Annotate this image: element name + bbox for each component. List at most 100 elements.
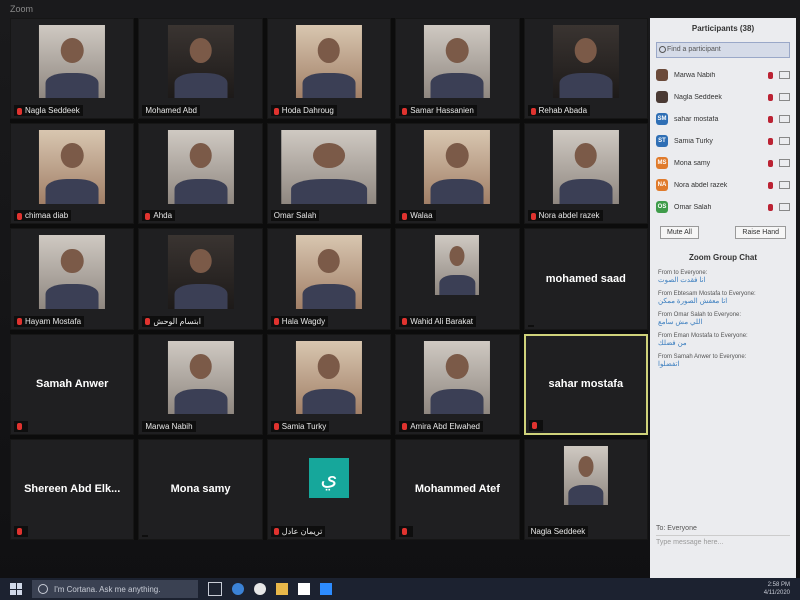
participant-avatar-logo: ي [308,457,349,498]
participant-head [60,143,84,169]
participant-list-item[interactable]: OS Omar Salah [650,196,796,218]
camera-icon[interactable] [779,71,790,79]
raise-hand-button[interactable]: Raise Hand [735,226,786,239]
participant-video-tile[interactable]: Wahid Ali Barakat [395,228,520,330]
participant-video-tile[interactable]: Samah Anwer [10,333,135,435]
participant-name-label: Walaa [399,210,436,222]
participant-center-name: Shereen Abd Elk... [24,483,121,496]
chat-input[interactable]: Type message here... [656,535,790,550]
participant-video-tile[interactable]: Mona samy [138,438,263,540]
participant-video-tile[interactable]: Omar Salah [266,123,392,225]
participant-video-tile[interactable]: Hoda Dahroug [266,18,392,120]
zoom-app-icon[interactable] [320,583,332,595]
participant-name: Nagla Seddeek [530,526,586,536]
participant-head [446,143,469,169]
participant-video-tile[interactable]: Mohammed Atef [395,438,520,540]
mic-muted-icon[interactable] [768,181,773,189]
participant-name: Hoda Dahroug [281,106,334,116]
edge-browser-icon[interactable] [232,583,244,595]
participant-name-label [14,420,28,432]
mute-all-button[interactable]: Mute All [660,226,699,239]
mic-muted-icon[interactable] [768,203,773,211]
mic-muted-icon[interactable] [768,93,773,101]
participant-list-name: Samia Turky [674,137,713,145]
cortana-search-box[interactable]: I'm Cortana. Ask me anything. [32,580,198,598]
participant-video-tile[interactable]: Marwa Nabih [138,333,263,435]
mic-muted-icon[interactable] [768,159,773,167]
participant-head [189,38,212,64]
system-clock[interactable]: 2:58 PM 4/11/2020 [764,581,790,597]
camera-icon[interactable] [779,203,790,211]
mic-muted-icon[interactable] [768,137,773,145]
participant-list-item[interactable]: ST Samia Turky [650,130,796,152]
participant-video-tile[interactable]: ي تريمان عادل [266,438,392,540]
participant-name-label: Hala Wagdy [270,315,329,327]
mic-muted-icon[interactable] [768,71,773,79]
participant-video-tile[interactable]: Hayam Mostafa [10,228,135,330]
participant-video-tile[interactable]: ابتسام الوحش [138,228,263,330]
camera-icon[interactable] [779,93,790,101]
mic-muted-icon[interactable] [768,115,773,123]
participant-body [430,388,484,414]
chat-text: اللي مش سامع [658,319,703,326]
participant-name: Hayam Mostafa [25,316,82,326]
participant-video-tile[interactable]: Rehab Abada [523,18,648,120]
participant-name-label: تريمان عادل [270,525,326,537]
participant-video-tile[interactable]: mohamed saad [523,228,648,330]
participant-list-item[interactable]: MS Mona samy [650,152,796,174]
participant-video-tile[interactable]: Amira Abd Elwahed [395,333,520,435]
participant-video-tile[interactable]: Walaa [395,123,520,225]
task-view-icon[interactable] [208,582,222,596]
clock-date: 4/11/2020 [763,590,790,596]
chat-text: اتفضلوا [658,361,680,368]
participant-list-name: Marwa Nabih [674,71,716,79]
participant-video-tile[interactable]: Shereen Abd Elk... [10,438,135,540]
participant-name-label: Nagla Seddeek [14,105,83,117]
participant-avatar [656,91,668,103]
participant-search-input[interactable]: Find a participant [656,42,790,58]
participant-avatar: OS [656,201,668,213]
participant-video-tile[interactable]: Mohamed Abd [138,18,263,120]
participant-video-tile[interactable]: Hala Wagdy [266,228,392,330]
participant-video-tile[interactable]: Nora abdel razek [523,123,648,225]
participant-video-tile[interactable]: Ahda [138,123,263,225]
participant-video-tile[interactable]: sahar mostafa [523,333,648,435]
camera-icon[interactable] [779,137,790,145]
participant-body [559,178,613,204]
participant-video-tile[interactable]: Nagla Seddeek [523,438,648,540]
participant-list-item[interactable]: NA Nora abdel razek [650,174,796,196]
participant-head [317,248,341,274]
file-explorer-icon[interactable] [276,583,288,595]
chat-recipient-selector[interactable]: To: Everyone [656,525,697,532]
mic-muted-icon [17,212,22,220]
participant-body [45,178,99,204]
participant-name-label [14,525,28,537]
participant-list-item[interactable]: SM sahar mostafa [650,108,796,130]
camera-icon[interactable] [779,159,790,167]
camera-icon[interactable] [779,115,790,123]
participant-name-label: Amira Abd Elwahed [399,420,484,432]
windows-start-icon[interactable] [10,583,22,595]
participant-name-label: Hoda Dahroug [270,105,337,117]
participant-list-item[interactable]: Marwa Nabih [650,64,796,86]
participant-list-item[interactable]: Nagla Seddeek [650,86,796,108]
participant-head [446,38,469,64]
participant-video [295,235,363,309]
participant-name: Amira Abd Elwahed [410,421,481,431]
participant-video [167,340,234,414]
chrome-icon[interactable] [254,583,266,595]
mic-muted-icon [530,107,536,115]
participant-video-tile[interactable]: Samar Hassanien [395,18,520,120]
participant-name: Rehab Abada [538,106,588,116]
mic-muted-icon [402,212,408,220]
participant-video-tile[interactable]: Samia Turky [266,333,392,435]
store-icon[interactable] [298,583,310,595]
mic-muted-icon [17,317,22,325]
participant-video-tile[interactable]: Nagla Seddeek [10,18,135,120]
mic-muted-icon [402,528,408,536]
participant-name-label: Mohamed Abd [142,105,200,117]
participant-body [174,388,228,414]
participant-video-tile[interactable]: chimaa diab [10,123,135,225]
participant-body [290,178,368,204]
camera-icon[interactable] [779,181,790,189]
